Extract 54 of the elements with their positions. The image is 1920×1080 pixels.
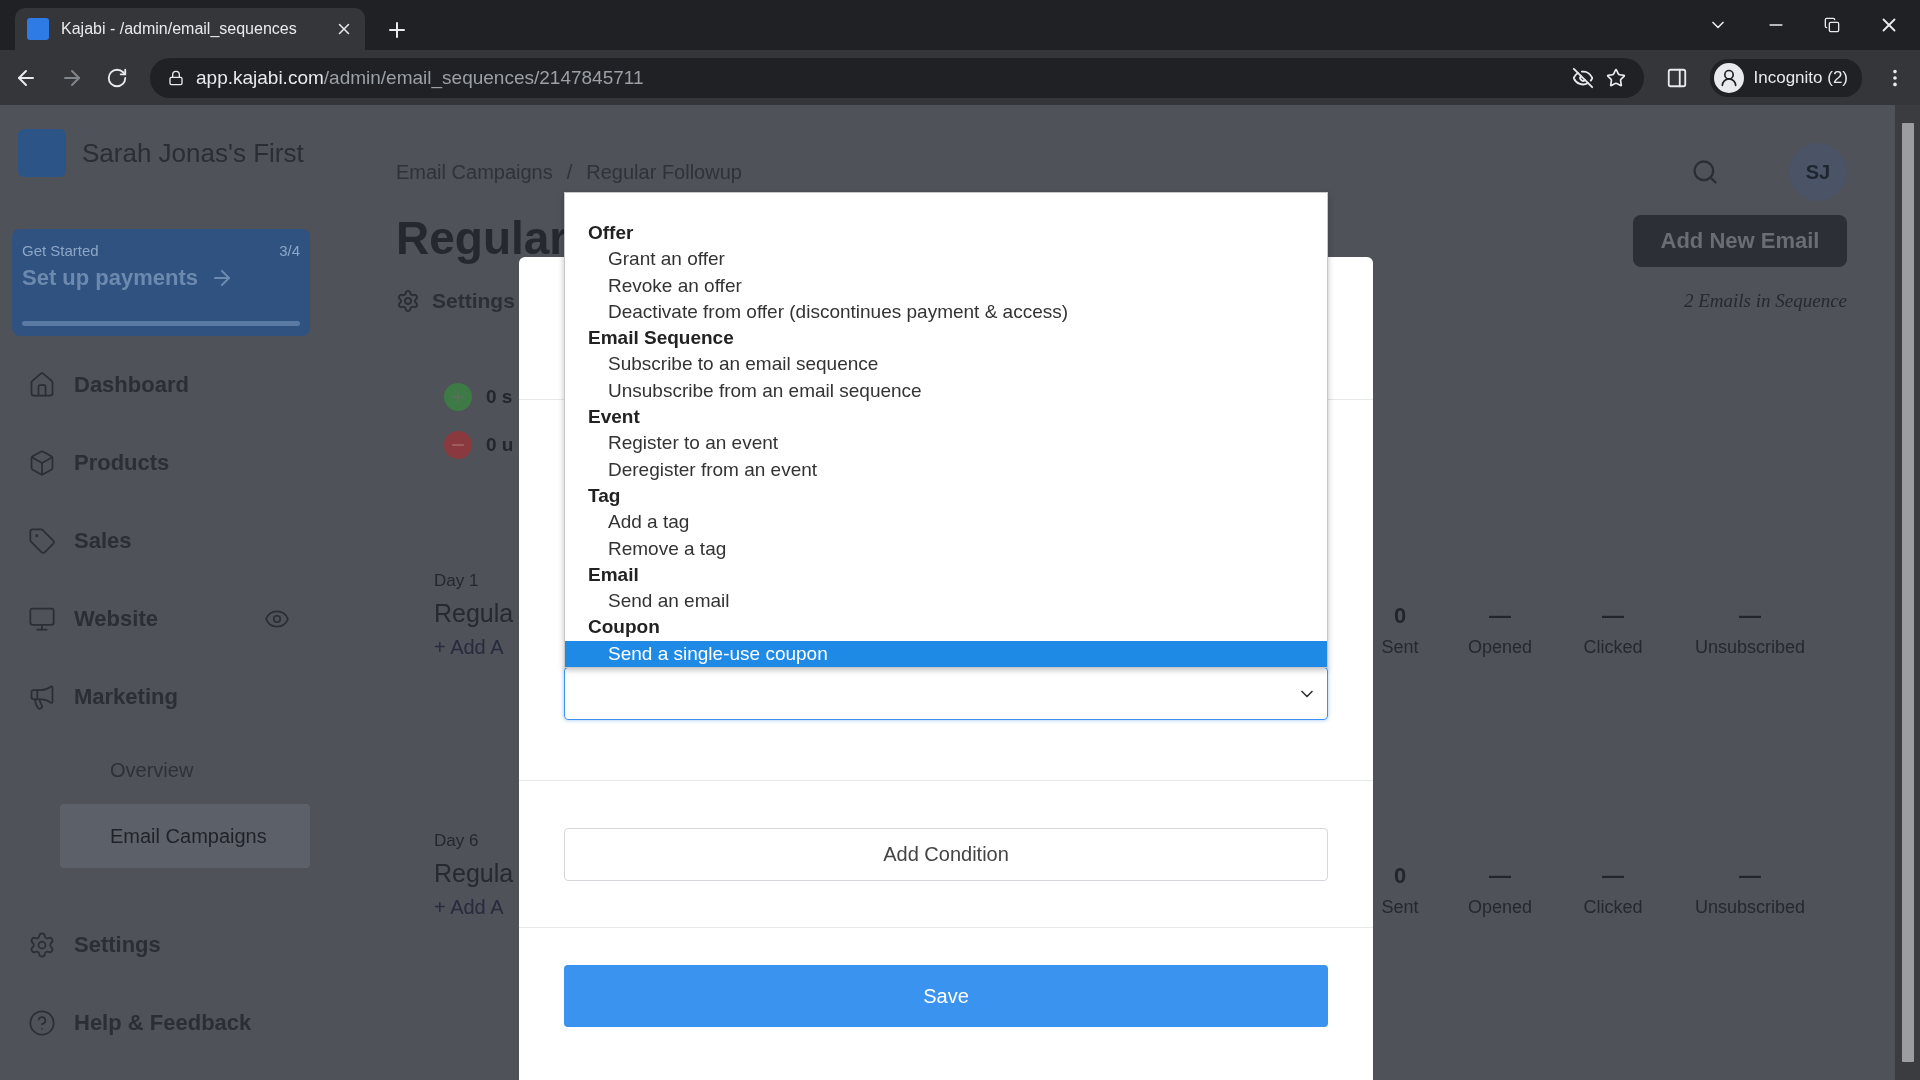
stat-value: —	[1602, 863, 1624, 889]
get-started-card[interactable]: Get Started 3/4 Set up payments	[12, 229, 310, 336]
megaphone-icon	[28, 683, 56, 711]
nav-subitem[interactable]: Email Campaigns	[60, 804, 310, 868]
stat-value: —	[1489, 603, 1511, 629]
profile-button[interactable]: Incognito (2)	[1709, 58, 1862, 97]
star-icon[interactable]	[1605, 67, 1626, 88]
dropdown-option[interactable]: Remove a tag	[565, 535, 1327, 562]
house-icon	[28, 371, 56, 399]
reload-icon[interactable]	[106, 66, 128, 89]
dropdown-option[interactable]: Send a single-use coupon	[565, 640, 1327, 668]
stat-value: —	[1739, 863, 1761, 889]
dropdown-option[interactable]: Add a tag	[565, 509, 1327, 536]
address-bar[interactable]: app.kajabi.com/admin/email_sequences/2147845711	[150, 57, 1644, 98]
browser-tab[interactable]: Kajabi - /admin/email_sequences	[15, 8, 365, 50]
option-group-label: Event	[587, 405, 641, 430]
option-group-label: Email	[587, 562, 640, 587]
stat-value: —	[1602, 603, 1624, 629]
dropdown-option[interactable]: Send an email	[565, 588, 1327, 615]
save-button[interactable]: Save	[564, 965, 1328, 1027]
side-panel-icon[interactable]	[1665, 66, 1688, 89]
plus-circle-icon	[444, 383, 472, 411]
tag-icon	[28, 527, 56, 555]
settings-icon	[28, 931, 56, 959]
dropdown-option[interactable]: Revoke an offer	[565, 272, 1327, 299]
option-group-label: Offer	[587, 221, 635, 245]
dropdown-option[interactable]: Deregister from an event	[565, 456, 1327, 483]
minus-circle-icon	[444, 431, 472, 459]
breadcrumb-separator: /	[566, 160, 573, 184]
option-group-label: Coupon	[587, 615, 661, 640]
lock-icon	[168, 69, 184, 86]
stat-value: —	[1739, 603, 1761, 629]
restore-icon[interactable]	[1824, 17, 1840, 33]
settings-icon	[396, 289, 420, 313]
add-new-email-button[interactable]: Add New Email	[1633, 215, 1847, 267]
stat-value: —	[1489, 863, 1511, 889]
dropdown-option[interactable]: Grant an offer	[565, 246, 1327, 273]
eye-off-icon[interactable]	[1571, 66, 1594, 89]
dropdown-option[interactable]: Unsubscribe from an email sequence	[565, 377, 1327, 405]
add-condition-button[interactable]: Add Condition	[564, 828, 1328, 881]
option-group-label: Email Sequence	[587, 326, 735, 351]
help-icon	[28, 1009, 56, 1037]
dropdown-option[interactable]: Deactivate from offer (discontinues payment & access)	[565, 298, 1327, 326]
progress-count: 3/4	[279, 242, 300, 259]
dropdown-option[interactable]: Register to an event	[565, 430, 1327, 457]
option-group-label: Tag	[587, 483, 622, 508]
scrollbar[interactable]	[1895, 105, 1920, 1080]
card-label: Get Started	[22, 242, 99, 259]
favicon-icon	[27, 18, 49, 40]
logo-icon	[18, 129, 66, 177]
box-icon	[28, 449, 56, 477]
dropdown-option[interactable]: Subscribe to an email sequence	[565, 351, 1327, 378]
monitor-icon	[28, 605, 56, 633]
card-title: Set up payments	[22, 265, 199, 291]
